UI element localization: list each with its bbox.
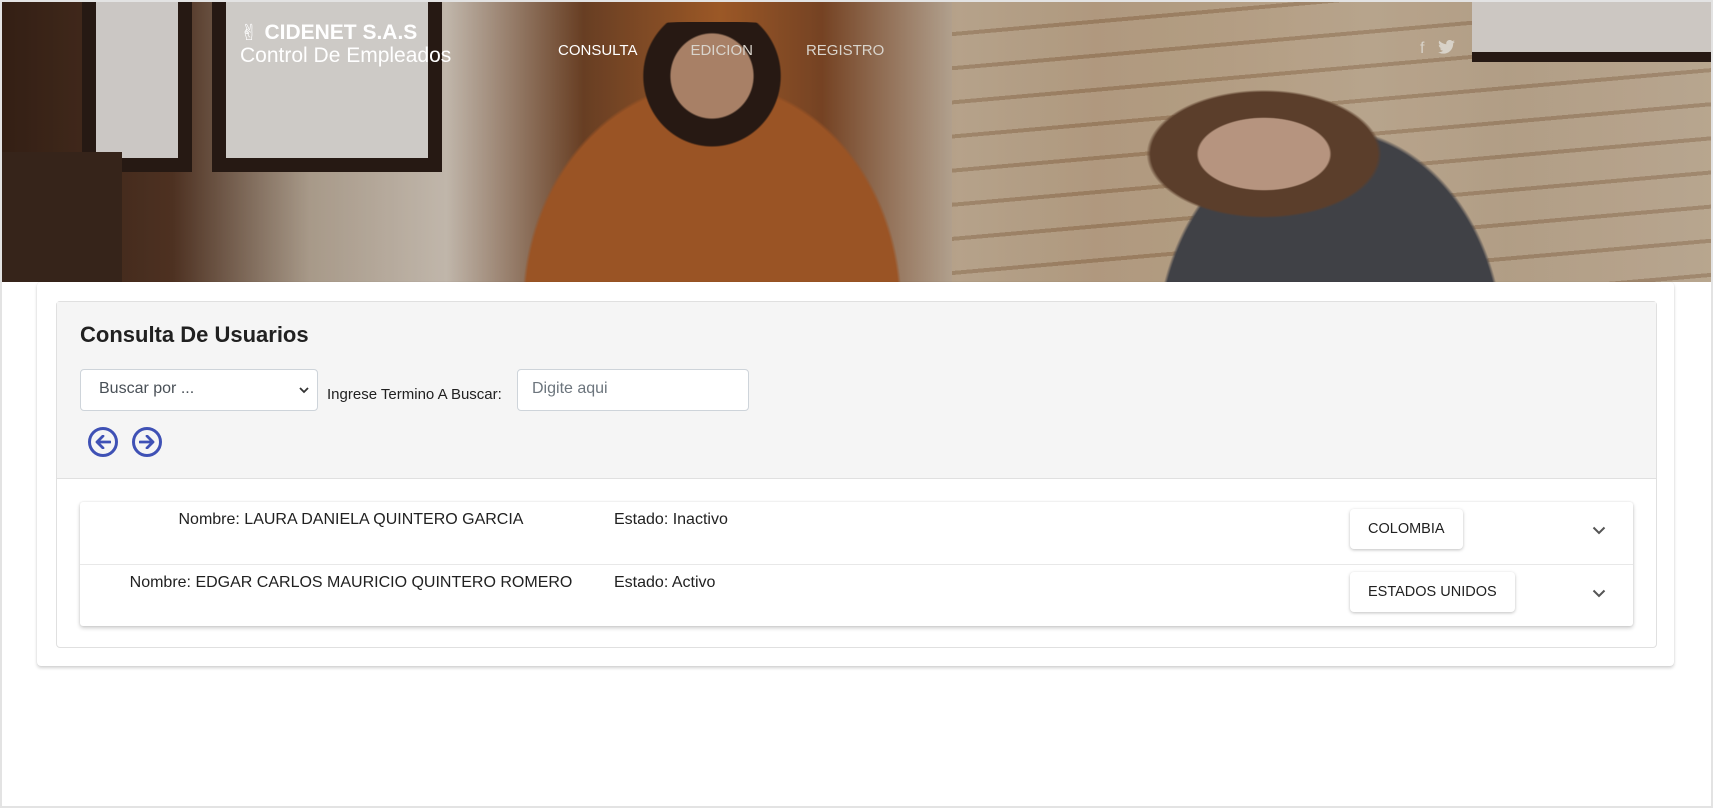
hero-header: ✌ CIDENET S.A.S Control De Empleados CON… xyxy=(2,2,1711,282)
list-item[interactable]: Nombre: EDGAR CARLOS MAURICIO QUINTERO R… xyxy=(80,564,1633,626)
employee-status: Estado: Activo xyxy=(614,574,716,591)
select-value: Buscar por ... xyxy=(99,380,195,397)
nav-consulta[interactable]: CONSULTA xyxy=(558,42,637,59)
social-links: f xyxy=(1420,39,1456,59)
country-button[interactable]: ESTADOS UNIDOS xyxy=(1350,572,1515,612)
previous-page-button[interactable] xyxy=(88,427,118,457)
twitter-icon[interactable] xyxy=(1438,39,1456,59)
employee-list: Nombre: LAURA DANIELA QUINTERO GARCIA Es… xyxy=(80,502,1633,626)
next-page-button[interactable] xyxy=(132,427,162,457)
arrow-left-icon xyxy=(95,435,111,449)
brand[interactable]: ✌ CIDENET S.A.S Control De Empleados xyxy=(240,20,451,68)
panel-header: Consulta De Usuarios Buscar por ... Ingr… xyxy=(57,302,1656,479)
search-input[interactable]: Digite aqui xyxy=(517,369,749,411)
peace-hand-icon: ✌ xyxy=(240,20,259,45)
nav-registro[interactable]: REGISTRO xyxy=(806,42,884,59)
country-button[interactable]: COLOMBIA xyxy=(1350,509,1463,549)
users-panel: Consulta De Usuarios Buscar por ... Ingr… xyxy=(56,301,1657,648)
page-title: Consulta De Usuarios xyxy=(80,322,309,347)
brand-subtitle: Control De Empleados xyxy=(240,44,452,67)
arrow-right-icon xyxy=(139,435,155,449)
search-by-select[interactable]: Buscar por ... xyxy=(80,369,318,411)
chevron-down-icon[interactable] xyxy=(1592,522,1606,538)
list-item[interactable]: Nombre: LAURA DANIELA QUINTERO GARCIA Es… xyxy=(80,502,1633,564)
search-term-label: Ingrese Termino A Buscar: xyxy=(327,386,502,403)
employee-status: Estado: Inactivo xyxy=(614,511,728,528)
chevron-down-icon xyxy=(299,383,309,397)
employee-name: Nombre: EDGAR CARLOS MAURICIO QUINTERO R… xyxy=(129,574,573,591)
nav-edicion[interactable]: EDICION xyxy=(690,42,753,59)
employee-name: Nombre: LAURA DANIELA QUINTERO GARCIA xyxy=(178,511,524,528)
brand-name: CIDENET S.A.S xyxy=(264,21,418,44)
chevron-down-icon[interactable] xyxy=(1592,585,1606,601)
search-placeholder: Digite aqui xyxy=(532,380,608,397)
main-nav: CONSULTA EDICION REGISTRO xyxy=(558,42,937,59)
facebook-icon[interactable]: f xyxy=(1420,40,1424,59)
